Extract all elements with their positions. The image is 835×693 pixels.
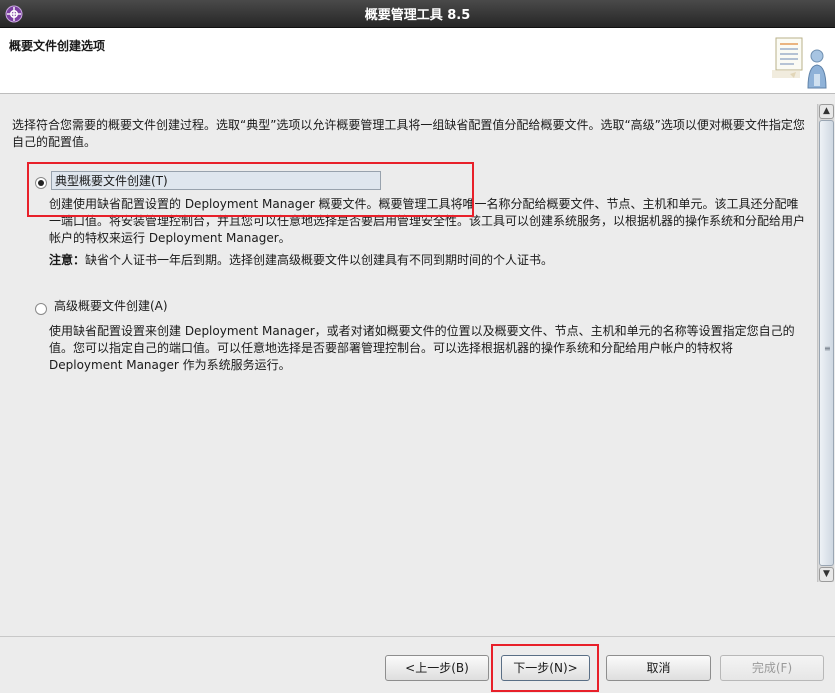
- highlight-typical-option: [27, 162, 474, 217]
- back-button[interactable]: <上一步(B): [385, 655, 489, 681]
- scroll-up-icon[interactable]: ▲: [819, 104, 834, 119]
- intro-text: 选择符合您需要的概要文件创建过程。选取“典型”选项以允许概要管理工具将一组缺省配…: [12, 118, 805, 149]
- highlight-next-button: [491, 644, 599, 692]
- wizard-header: 概要文件创建选项: [0, 28, 835, 94]
- vertical-scrollbar[interactable]: ▲ ≡ ▼: [817, 104, 834, 582]
- window-title: 概要管理工具 8.5: [364, 8, 471, 23]
- button-separator: [0, 636, 835, 637]
- advanced-description: 使用缺省配置设置来创建 Deployment Manager，或者对诸如概要文件…: [49, 324, 795, 372]
- typical-note: 注意：缺省个人证书一年后到期。选择创建高级概要文件以创建具有不同到期时间的个人证…: [49, 252, 809, 269]
- note-text: 缺省个人证书一年后到期。选择创建高级概要文件以创建具有不同到期时间的个人证书。: [85, 253, 554, 267]
- page-title: 概要文件创建选项: [9, 39, 106, 53]
- finish-button[interactable]: 完成(F): [720, 655, 824, 681]
- scroll-thumb[interactable]: ≡: [819, 120, 834, 566]
- note-label: 注意：: [49, 253, 86, 267]
- scroll-down-icon[interactable]: ▼: [819, 567, 834, 582]
- advanced-option-label[interactable]: 高级概要文件创建(A): [51, 297, 168, 316]
- grip-icon: ≡: [824, 344, 831, 353]
- cancel-button[interactable]: 取消: [606, 655, 711, 681]
- checklist-person-icon: [772, 37, 827, 89]
- advanced-radio[interactable]: [35, 303, 47, 315]
- title-bar: 概要管理工具 8.5: [0, 0, 835, 28]
- gear-icon[interactable]: [5, 5, 23, 23]
